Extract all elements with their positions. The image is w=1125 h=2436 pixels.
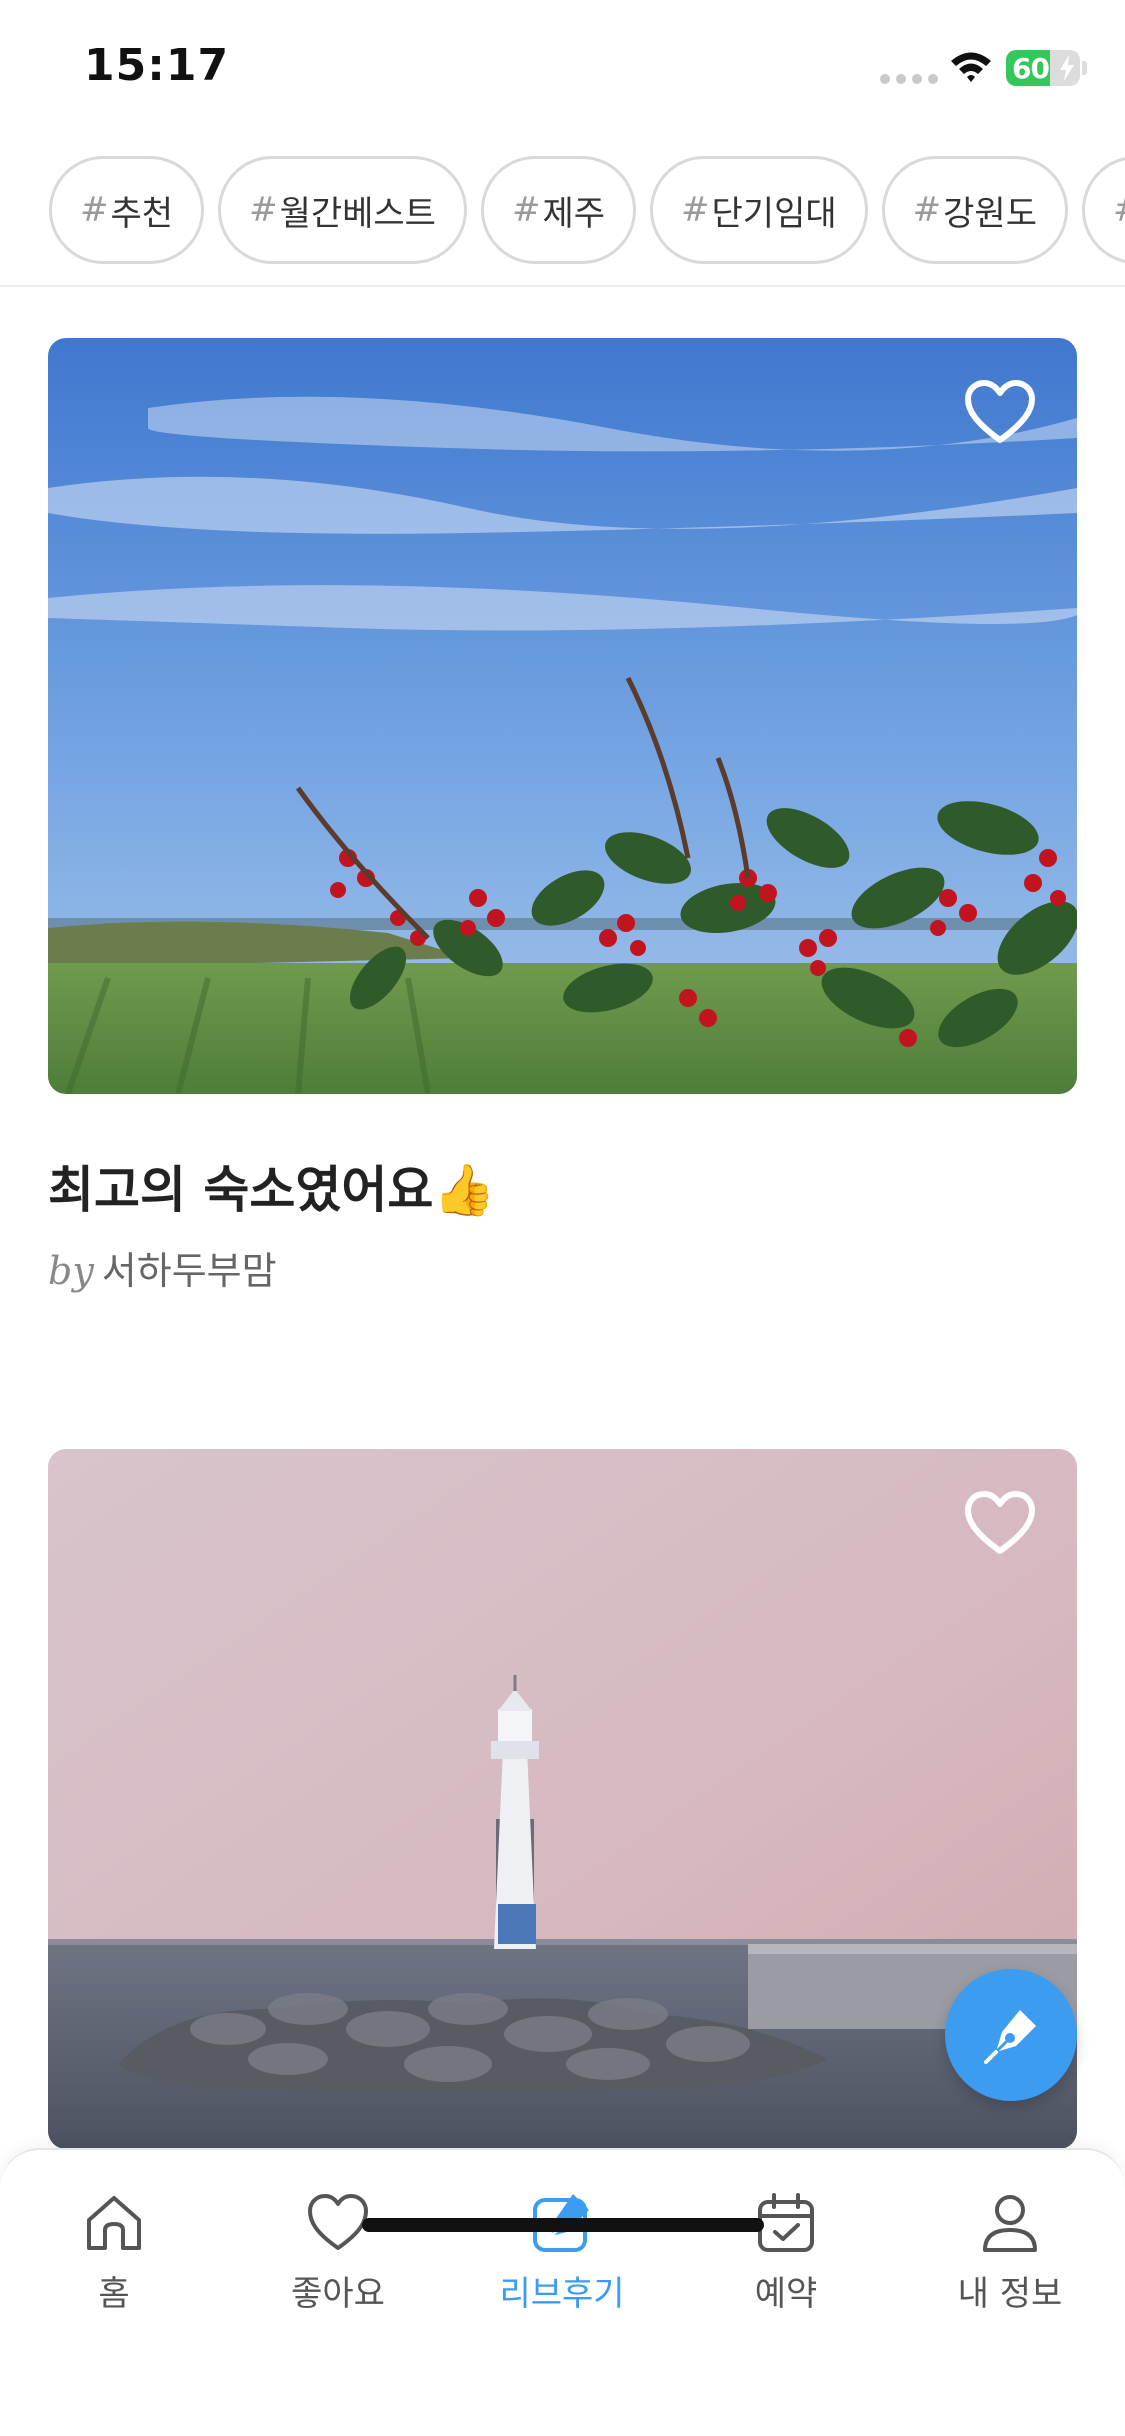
review-title[interactable]: 최고의 숙소였어요👍	[48, 1150, 496, 1222]
battery-level: 60	[1012, 52, 1050, 85]
nav-label: 좋아요	[291, 2274, 385, 2314]
berry-landscape-photo	[48, 338, 1077, 1094]
tag-label: 제주	[542, 193, 606, 234]
tag-filter-bar: #추천#월간베스트#제주#단기임대#강원도#서울	[0, 156, 1125, 266]
nav-item-likes[interactable]: 좋아요	[238, 2190, 438, 2315]
review-card-image[interactable]	[48, 338, 1077, 1094]
tag-chip[interactable]: # 제주	[480, 156, 637, 264]
nav-item-review[interactable]: 리브후기	[462, 2190, 662, 2315]
nav-label: 홈	[98, 2274, 130, 2314]
tag-label: 단기임대	[711, 193, 837, 234]
wifi-icon	[951, 52, 991, 82]
review-author: by 서하두부맘	[48, 1240, 277, 1295]
divider	[0, 285, 1125, 287]
nav-item-home[interactable]: 홈	[14, 2190, 214, 2315]
hash-symbol: #	[912, 190, 942, 230]
heart-icon[interactable]	[963, 378, 1037, 446]
heart-icon[interactable]	[963, 1489, 1037, 1557]
by-label: by	[48, 1249, 94, 1293]
hash-symbol: #	[1113, 190, 1125, 230]
hash-symbol: #	[681, 190, 710, 230]
nav-item-reservation[interactable]: 예약	[686, 2190, 886, 2315]
write-review-button[interactable]	[945, 1969, 1077, 2101]
nav-label: 리브후기	[499, 2274, 625, 2314]
cellular-signal-icon	[880, 74, 938, 84]
tag-chip[interactable]: #서울	[1082, 156, 1125, 264]
tag-label: 강원도	[943, 193, 1037, 234]
pen-nib-icon	[984, 2010, 1036, 2064]
nav-item-my-info[interactable]: 내 정보	[910, 2190, 1110, 2315]
tag-chip[interactable]: # 강원도	[881, 156, 1068, 264]
hash-symbol: #	[249, 190, 278, 230]
tag-chip[interactable]: # 추천	[49, 156, 205, 264]
battery-icon: 60	[1006, 50, 1080, 86]
hash-symbol: #	[80, 190, 109, 230]
user-icon	[983, 2195, 1037, 2252]
tag-chip[interactable]: # 단기임대	[650, 156, 868, 264]
tag-chip[interactable]: # 월간베스트	[218, 156, 467, 264]
tag-label: 월간베스트	[279, 193, 436, 234]
tag-label: 추천	[110, 193, 174, 234]
nav-label: 예약	[754, 2274, 818, 2314]
status-bar: 15:17 60	[0, 0, 1125, 140]
lighthouse-photo	[48, 1449, 1077, 2149]
status-time: 15:17	[84, 40, 230, 91]
review-card-image[interactable]	[48, 1449, 1077, 2149]
bottom-navigation: 홈 좋아요 리브후기 예약 내 정보	[0, 2148, 1125, 2436]
home-indicator	[362, 2218, 764, 2232]
nav-label: 내 정보	[957, 2274, 1063, 2314]
home-icon	[87, 2196, 141, 2250]
author-name: 서하두부맘	[101, 1249, 277, 1293]
hash-symbol: #	[511, 190, 541, 230]
